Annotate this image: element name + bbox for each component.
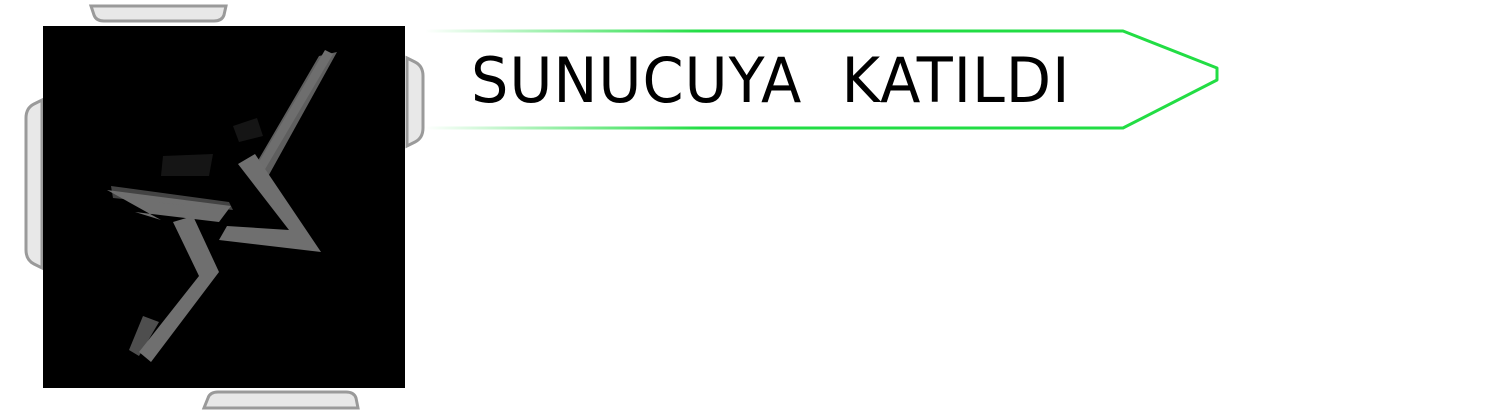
banner-title: SUNUCUYA KATILDI <box>471 44 1071 117</box>
server-avatar <box>43 26 405 388</box>
frame-tab-bottom <box>201 390 360 410</box>
join-banner: SUNUCUYA KATILDI <box>405 28 1225 134</box>
frame-tab-top <box>88 4 228 23</box>
lightning-star-logo-icon <box>107 50 337 362</box>
